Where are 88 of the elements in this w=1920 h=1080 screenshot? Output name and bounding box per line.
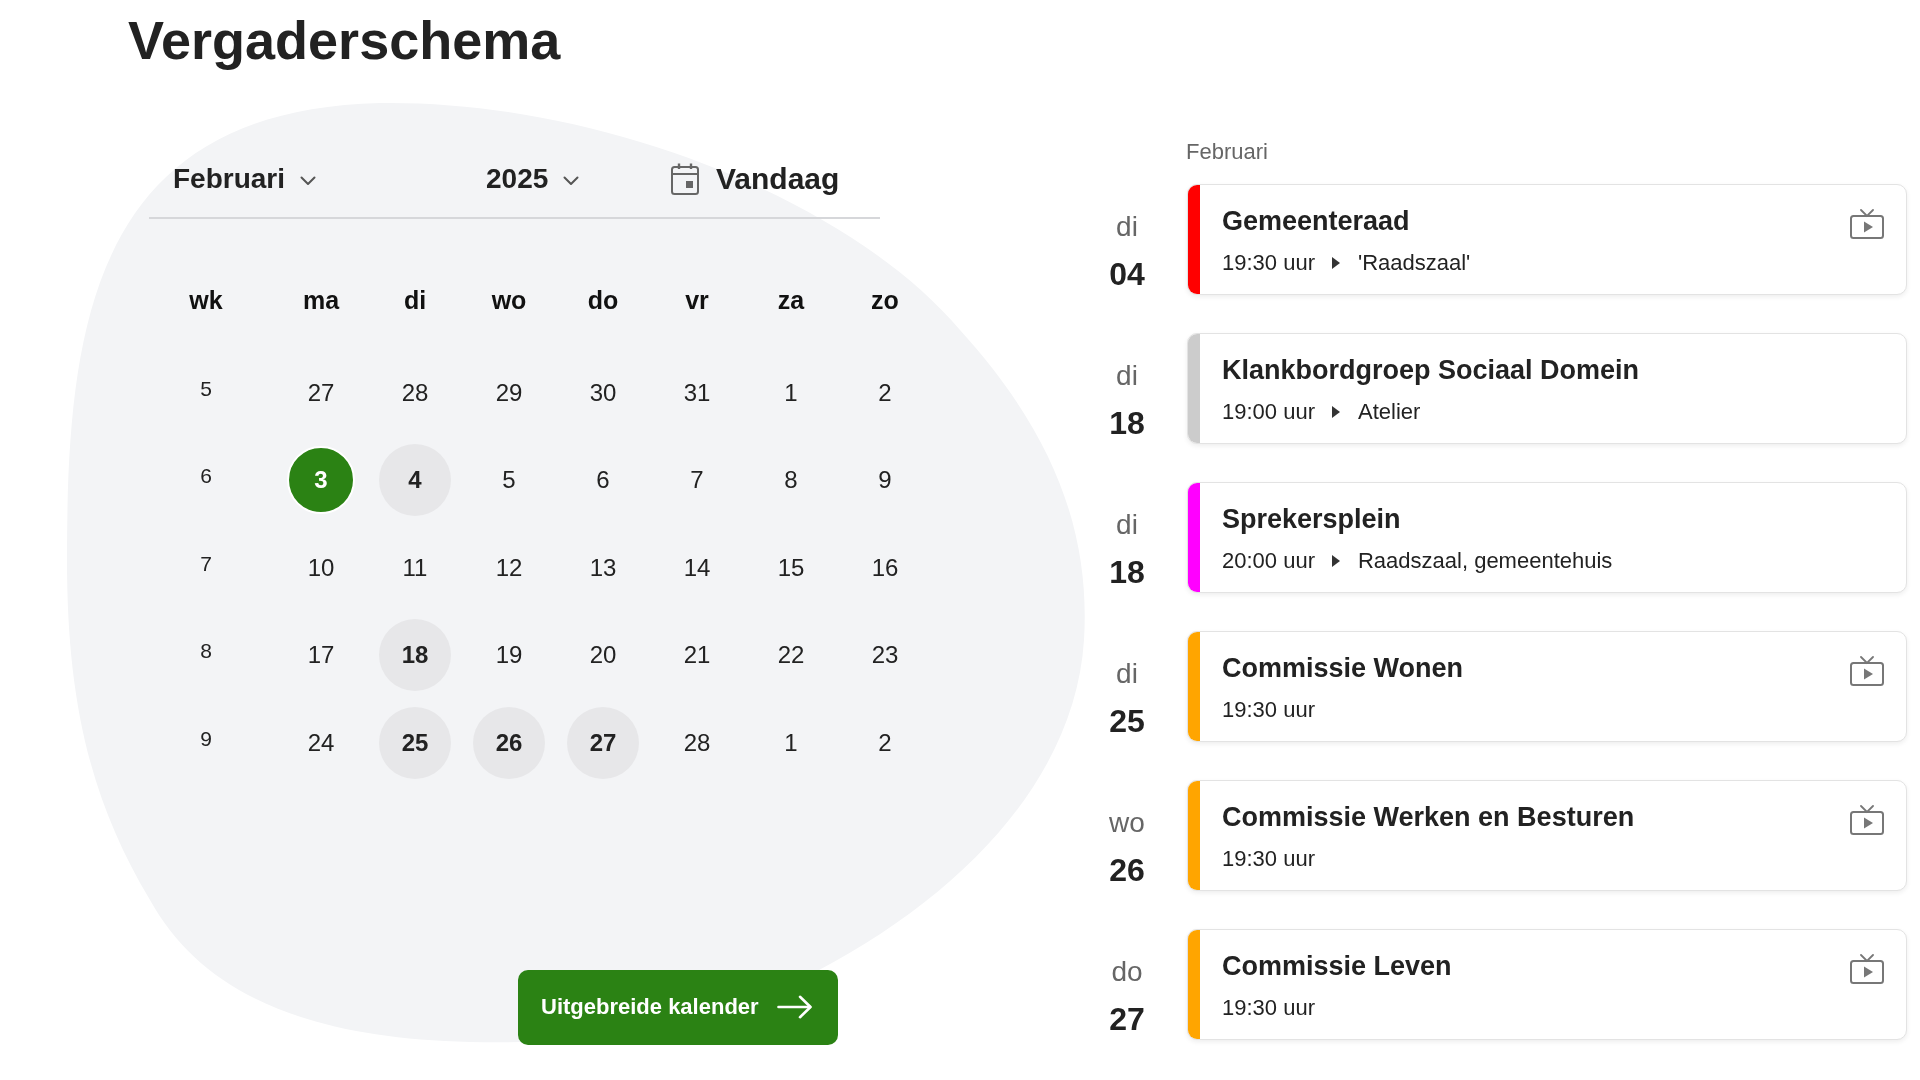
extended-calendar-button[interactable]: Uitgebreide kalender bbox=[518, 969, 838, 1045]
event-card[interactable]: Klankbordgroep Sociaal Domein 19:00 uur Atelier bbox=[1187, 333, 1907, 444]
calendar-day[interactable]: 1 bbox=[756, 357, 826, 428]
calendar-day[interactable]: 16 bbox=[850, 532, 920, 603]
caret-right-icon bbox=[1331, 257, 1340, 269]
calendar-day[interactable]: 21 bbox=[662, 620, 732, 691]
event-card[interactable]: Gemeenteraad 19:30 uur 'Raadszaal' bbox=[1187, 184, 1907, 295]
day-number: 04 bbox=[1109, 255, 1145, 294]
calendar-day[interactable]: 11 bbox=[380, 532, 450, 603]
event-location: Raadszaal, gemeentehuis bbox=[1357, 547, 1613, 575]
day-number: 25 bbox=[1109, 702, 1145, 741]
calendar-day[interactable]: 13 bbox=[568, 532, 638, 603]
week-number: 6 bbox=[200, 463, 212, 490]
event-title: Commissie Leven bbox=[1222, 950, 1452, 983]
week-number: 5 bbox=[200, 375, 212, 402]
weekday-header: za bbox=[777, 285, 805, 315]
weekday-label: di bbox=[1116, 210, 1138, 244]
calendar-day[interactable]: 29 bbox=[474, 357, 544, 428]
event-title: Commissie Wonen bbox=[1222, 652, 1464, 685]
calendar-day[interactable]: 27 bbox=[286, 357, 356, 428]
day-number: 18 bbox=[1109, 553, 1145, 592]
calendar-day[interactable]: 23 bbox=[850, 620, 920, 691]
calendar-day[interactable]: 15 bbox=[756, 532, 826, 603]
calendar-day[interactable]: 14 bbox=[662, 532, 732, 603]
weekday-label: wo bbox=[1109, 806, 1145, 840]
calendar-day[interactable]: 10 bbox=[286, 532, 356, 603]
event-title: Commissie Werken en Besturen bbox=[1222, 801, 1635, 834]
calendar-day[interactable]: 20 bbox=[568, 620, 638, 691]
weekday-header: vr bbox=[685, 285, 709, 315]
event-time: 19:30 uur bbox=[1222, 845, 1315, 873]
calendar-day[interactable]: 28 bbox=[662, 707, 732, 778]
event-location: Atelier bbox=[1357, 398, 1421, 426]
weekday-label: di bbox=[1116, 657, 1138, 691]
week-number: 9 bbox=[200, 725, 212, 752]
day-number: 18 bbox=[1109, 404, 1145, 443]
week-number: 8 bbox=[200, 638, 212, 665]
calendar-day[interactable]: 5 bbox=[474, 445, 544, 516]
chevron-down-icon bbox=[563, 175, 580, 186]
weekday-header: wo bbox=[491, 285, 527, 315]
event-location: 'Raadszaal' bbox=[1357, 249, 1471, 277]
weekday-label: di bbox=[1116, 359, 1138, 393]
calendar-day[interactable]: 17 bbox=[286, 620, 356, 691]
event-time: 19:00 uur bbox=[1222, 398, 1315, 426]
event-title: Sprekersplein bbox=[1222, 503, 1401, 536]
event-card[interactable]: Commissie Wonen 19:30 uur bbox=[1187, 631, 1907, 742]
weekday-header: do bbox=[587, 285, 619, 315]
weekday-label: di bbox=[1116, 508, 1138, 542]
calendar-day[interactable]: 2 bbox=[850, 357, 920, 428]
calendar-day[interactable]: 22 bbox=[756, 620, 826, 691]
caret-right-icon bbox=[1331, 406, 1340, 418]
month-heading: Februari bbox=[1186, 138, 1268, 166]
calendar-day[interactable]: 6 bbox=[568, 445, 638, 516]
calendar-day[interactable]: 28 bbox=[380, 357, 450, 428]
calendar-icon bbox=[671, 163, 699, 195]
calendar-day[interactable]: 1 bbox=[756, 707, 826, 778]
page-title: Vergaderschema bbox=[128, 9, 561, 72]
event-time: 19:30 uur bbox=[1222, 249, 1315, 277]
day-number: 26 bbox=[1109, 851, 1145, 890]
calendar-day[interactable]: 31 bbox=[662, 357, 732, 428]
calendar-day[interactable]: 7 bbox=[662, 445, 732, 516]
event-card[interactable]: Commissie Werken en Besturen 19:30 uur bbox=[1187, 780, 1907, 891]
day-number: 27 bbox=[1109, 1000, 1145, 1039]
chevron-down-icon bbox=[300, 175, 317, 186]
event-time: 20:00 uur bbox=[1222, 547, 1315, 575]
caret-right-icon bbox=[1331, 555, 1340, 567]
event-title: Klankbordgroep Sociaal Domein bbox=[1222, 354, 1640, 387]
year-select[interactable]: 2025 bbox=[486, 157, 580, 201]
calendar-day[interactable]: 9 bbox=[850, 445, 920, 516]
calendar-day[interactable]: 30 bbox=[568, 357, 638, 428]
event-time: 19:30 uur bbox=[1222, 696, 1315, 724]
month-select[interactable]: Februari bbox=[173, 157, 317, 201]
weekday-header: zo bbox=[871, 285, 899, 315]
arrow-right-icon bbox=[776, 995, 813, 1019]
week-number: 7 bbox=[200, 550, 212, 577]
event-card[interactable]: Sprekersplein 20:00 uur Raadszaal, gemeentehuis bbox=[1187, 482, 1907, 593]
calendar-day[interactable]: 12 bbox=[474, 532, 544, 603]
calendar-day[interactable]: 8 bbox=[756, 445, 826, 516]
calendar-day[interactable]: 2 bbox=[850, 707, 920, 778]
calendar-day[interactable]: 24 bbox=[286, 707, 356, 778]
today-button[interactable]: Vandaag bbox=[671, 157, 840, 201]
event-title: Gemeenteraad bbox=[1222, 205, 1410, 238]
weekday-header: ma bbox=[302, 285, 340, 315]
weekday-label: do bbox=[1111, 955, 1143, 989]
week-column-header: wk bbox=[189, 285, 223, 315]
event-card[interactable]: Commissie Leven 19:30 uur bbox=[1187, 929, 1907, 1040]
weekday-header: di bbox=[403, 285, 427, 315]
event-time: 19:30 uur bbox=[1222, 994, 1315, 1022]
calendar-day[interactable]: 19 bbox=[474, 620, 544, 691]
